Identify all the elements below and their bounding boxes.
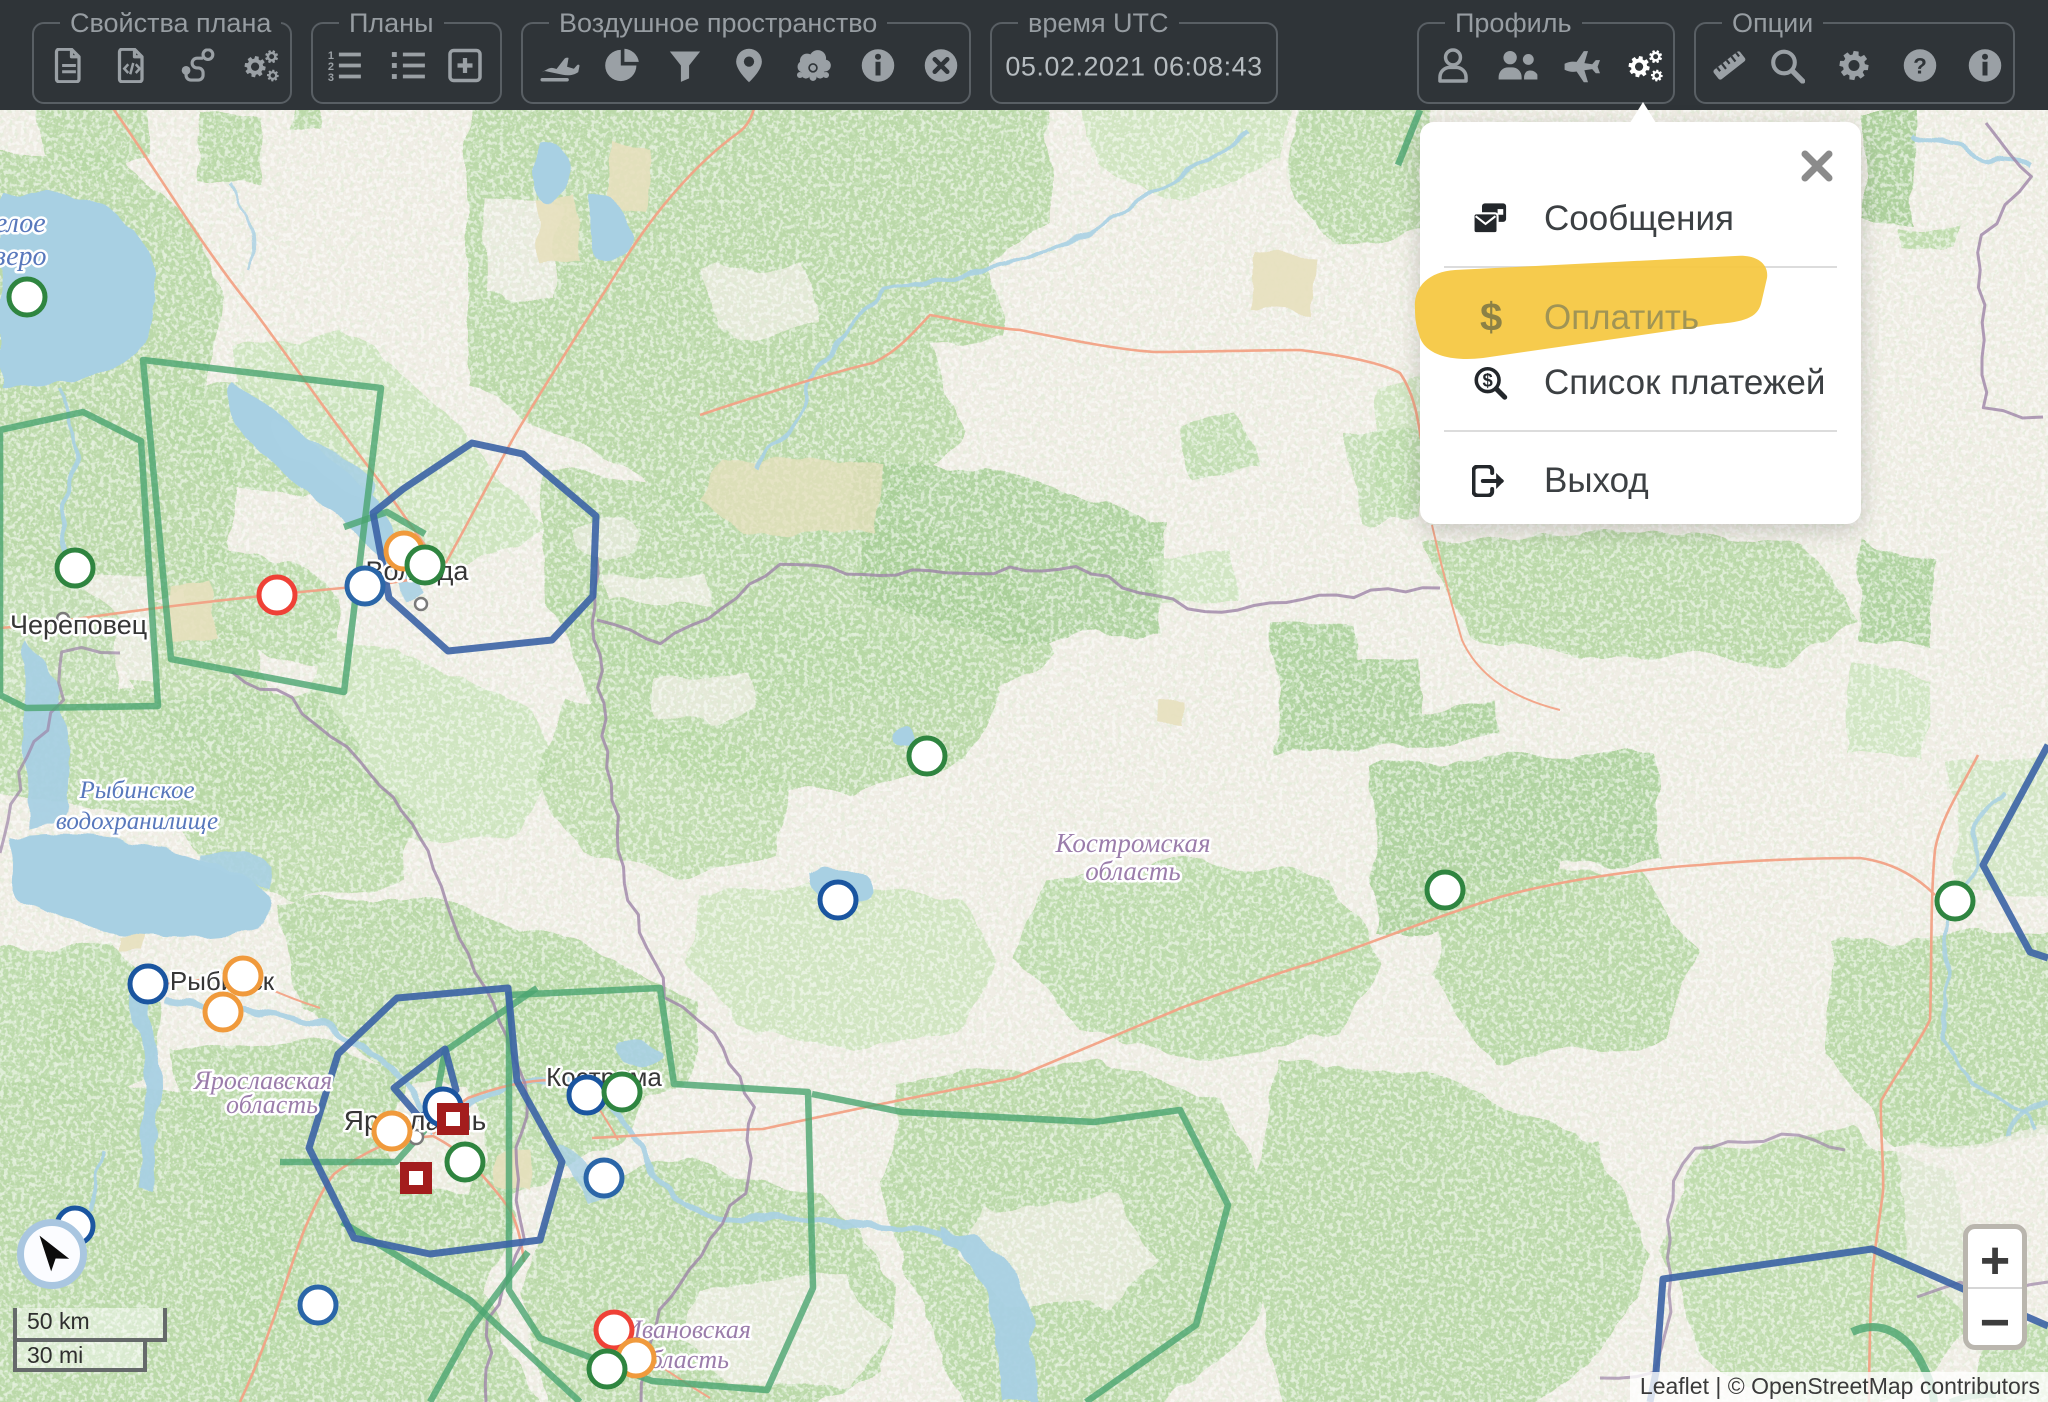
svg-text:область: область — [226, 1090, 318, 1119]
svg-text:область: область — [1085, 856, 1180, 886]
svg-text:Белое: Белое — [0, 208, 46, 239]
svg-text:3: 3 — [328, 72, 334, 82]
svg-text:Костромская: Костромская — [1054, 828, 1210, 858]
svg-text:Череповец: Череповец — [10, 610, 147, 640]
svg-text:озеро: озеро — [0, 241, 46, 272]
svg-text:Рыбинское: Рыбинское — [78, 777, 194, 804]
svg-text:?: ? — [1913, 54, 1927, 79]
svg-text:$: $ — [1483, 370, 1494, 391]
svg-text:водохранилище: водохранилище — [56, 808, 218, 835]
